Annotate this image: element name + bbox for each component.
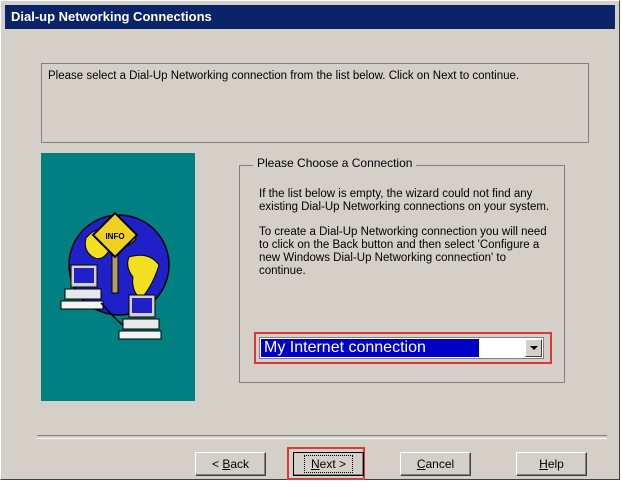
dialog-title: Dial-up Networking Connections <box>5 5 615 29</box>
instruction-text: Please select a Dial-Up Networking conne… <box>41 63 589 143</box>
groupbox-help-text: If the list below is empty, the wizard c… <box>259 188 555 290</box>
globe-network-icon: INFO <box>60 211 170 340</box>
back-button[interactable]: < Back <box>195 452 266 476</box>
cancel-button[interactable]: Cancel <box>400 452 471 476</box>
dropdown-arrow-icon[interactable] <box>525 339 542 357</box>
help-button[interactable]: Help <box>516 452 587 476</box>
connection-dropdown[interactable]: My Internet connection <box>259 337 544 359</box>
empty-list-note: If the list below is empty, the wizard c… <box>259 188 550 213</box>
next-button[interactable]: Next > <box>293 452 364 476</box>
wizard-illustration: INFO <box>41 153 195 401</box>
wizard-dialog: Dial-up Networking Connections Please se… <box>0 0 620 480</box>
svg-text:INFO: INFO <box>105 232 124 241</box>
button-separator <box>37 435 607 439</box>
create-connection-note: To create a Dial-Up Networking connectio… <box>259 226 547 277</box>
groupbox-title: Please Choose a Connection <box>253 155 417 171</box>
connection-dropdown-value[interactable]: My Internet connection <box>261 339 479 357</box>
